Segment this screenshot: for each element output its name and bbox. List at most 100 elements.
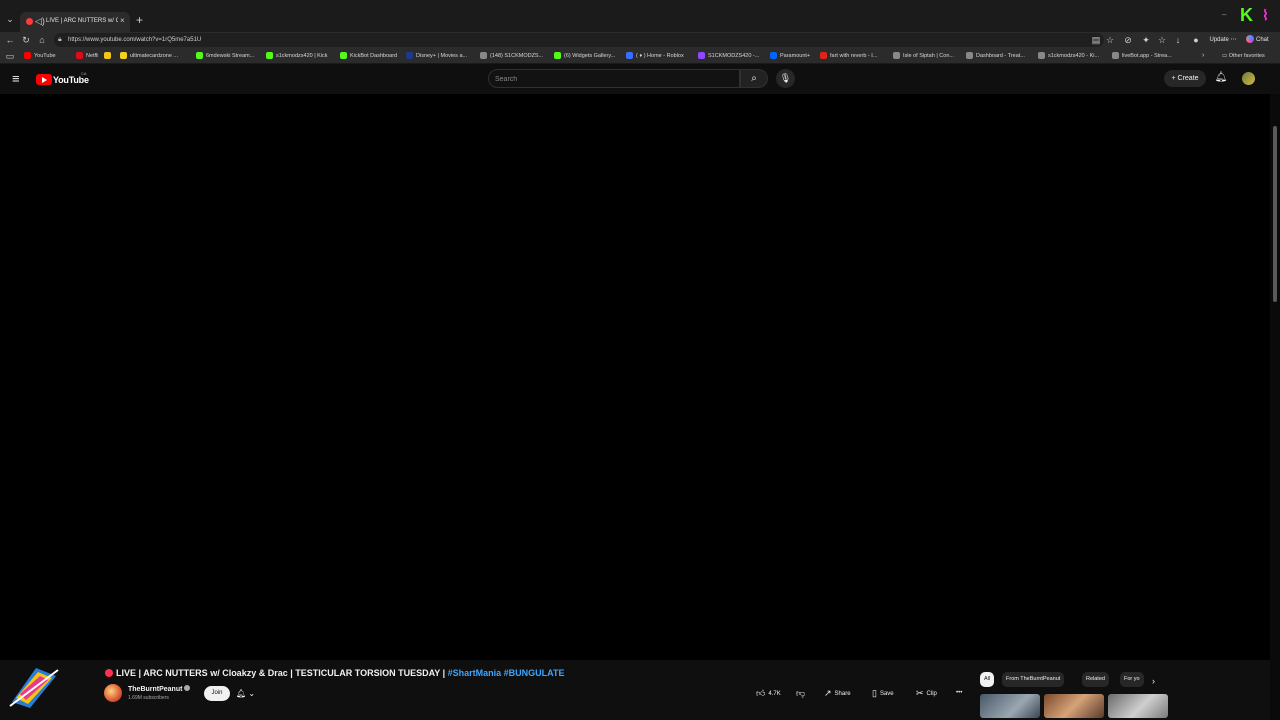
bookmark-label: 6mdewski Stream... bbox=[206, 53, 255, 59]
url-text[interactable]: https://www.youtube.com/watch?v=1rQ5me7a… bbox=[68, 35, 201, 45]
microphone-icon: 🎙︎ bbox=[779, 73, 792, 83]
related-video-thumbnail[interactable] bbox=[1044, 694, 1104, 718]
bookmark-item[interactable]: YouTube bbox=[24, 51, 64, 61]
bookmark-label: Netflix bbox=[86, 53, 98, 59]
bookmark-favicon-icon bbox=[554, 52, 561, 60]
bookmark-item[interactable]: Paramount+ bbox=[770, 51, 814, 61]
like-button[interactable]: 👍︎ 4.7K bbox=[756, 686, 792, 701]
profile-icon[interactable]: ● bbox=[1190, 34, 1202, 46]
subscription-notification-button[interactable]: 🔔︎ ⌄ bbox=[236, 686, 266, 701]
sidebar-toggle-icon[interactable]: ▭ bbox=[4, 50, 16, 62]
speaker-icon[interactable]: ◁) bbox=[35, 15, 45, 27]
minimize-icon[interactable]: – bbox=[1222, 10, 1230, 20]
address-bar[interactable]: 🔒︎ https://www.youtube.com/watch?v=1rQ5m… bbox=[54, 33, 1104, 47]
channel-name[interactable]: TheBurntPeanut bbox=[128, 685, 191, 694]
notifications-bell-icon[interactable]: 🔔︎ bbox=[1214, 71, 1228, 85]
new-tab-button[interactable]: + bbox=[136, 14, 148, 26]
bookmark-item[interactable]: (148) S1CKMODZS... bbox=[480, 51, 548, 61]
extension-icon[interactable]: ⊘ bbox=[1122, 34, 1134, 46]
bookmark-label: S1CKMODZS420 -... bbox=[708, 53, 760, 59]
clip-button[interactable]: ✂ Clip bbox=[916, 686, 946, 701]
hamburger-menu-icon[interactable]: ≡ bbox=[12, 72, 26, 86]
chips-next-chevron-icon[interactable]: › bbox=[1152, 676, 1162, 686]
bookmarks-overflow-chevron-icon[interactable]: › bbox=[1202, 51, 1210, 61]
kick-logo-icon: K bbox=[1240, 5, 1253, 25]
update-button[interactable]: Update ⋯ bbox=[1206, 34, 1240, 46]
bookmark-favicon-icon bbox=[120, 52, 127, 60]
bookmark-item[interactable]: KickBot Dashboard bbox=[340, 51, 400, 61]
channel-avatar[interactable] bbox=[104, 684, 122, 702]
bookmark-item[interactable]: Netflix bbox=[76, 51, 98, 61]
bookmark-label: ultimatecardzone ... bbox=[130, 53, 178, 59]
hashtag-link[interactable]: #BUNGULATE bbox=[504, 668, 565, 678]
reader-view-icon[interactable]: ▤ bbox=[1090, 34, 1102, 46]
favorite-star-icon[interactable]: ☆ bbox=[1104, 34, 1116, 46]
bookmark-favicon-icon bbox=[480, 52, 487, 60]
bookmark-item[interactable]: Dashboard - Treat... bbox=[966, 51, 1032, 61]
chip-from-channel[interactable]: From TheBurntPeanut bbox=[1002, 672, 1065, 687]
lock-icon[interactable]: 🔒︎ bbox=[58, 35, 66, 45]
back-icon[interactable]: ← bbox=[4, 34, 16, 46]
bookmark-item[interactable]: s1ckmodzs420 - Ki... bbox=[1038, 51, 1104, 61]
search-button[interactable]: ⌕ bbox=[740, 69, 768, 88]
chip-for-you[interactable]: For yo bbox=[1120, 672, 1144, 687]
reload-icon[interactable]: ↻ bbox=[20, 34, 32, 46]
voice-search-button[interactable]: 🎙︎ bbox=[776, 69, 795, 88]
copilot-icon bbox=[1246, 35, 1254, 44]
bookmark-item[interactable]: Disney+ | Movies a... bbox=[406, 51, 474, 61]
more-actions-button[interactable]: ••• bbox=[956, 686, 970, 701]
country-code: CA bbox=[81, 71, 87, 76]
save-button[interactable]: ▯ Save bbox=[872, 686, 906, 701]
bookmark-favicon-icon bbox=[196, 52, 203, 60]
stream-overlay-logo bbox=[9, 668, 59, 708]
chip-all[interactable]: All bbox=[980, 672, 995, 687]
tab-list-chevron-icon[interactable]: ⌄ bbox=[4, 13, 16, 25]
share-icon: ↗ bbox=[824, 688, 832, 698]
scrollbar-thumb[interactable] bbox=[1273, 126, 1277, 302]
share-button[interactable]: ↗ Share bbox=[824, 686, 864, 701]
bookmark-item[interactable]: s1ckmodzs420 | Kick bbox=[266, 51, 336, 61]
page-scrollbar[interactable] bbox=[1270, 94, 1280, 720]
related-video-thumbnail[interactable] bbox=[980, 694, 1040, 718]
bookmark-item[interactable]: fart with reverb - I... bbox=[820, 51, 886, 61]
video-player[interactable] bbox=[0, 94, 1270, 660]
create-button[interactable]: + Create bbox=[1164, 70, 1206, 87]
extensions-puzzle-icon[interactable]: ✦ bbox=[1140, 34, 1152, 46]
subscriber-count: 1.69M subscribers bbox=[128, 695, 169, 701]
bookmark-item[interactable]: (6) Widgets Gallery... bbox=[554, 51, 620, 61]
close-tab-icon[interactable]: × bbox=[120, 16, 128, 26]
youtube-header: ≡ YouTube CA ⌕ 🎙︎ + Create 🔔︎ bbox=[0, 64, 1280, 94]
join-button[interactable]: Join bbox=[204, 686, 230, 701]
home-icon[interactable]: ⌂ bbox=[36, 34, 48, 46]
bookmarks-bar: ▭ YouTube Netflix ultimatecardzone ... 6mde… bbox=[0, 48, 1280, 64]
bookmark-favicon-icon bbox=[266, 52, 273, 60]
favorites-icon[interactable]: ☆ bbox=[1156, 34, 1168, 46]
other-favorites-folder[interactable]: ▭ Other favorites bbox=[1222, 51, 1278, 61]
bookmark-item[interactable]: Isle of Siptah | Con... bbox=[893, 51, 959, 61]
bookmark-item[interactable]: S1CKMODZS420 -... bbox=[698, 51, 764, 61]
live-indicator-icon bbox=[105, 669, 113, 677]
search-icon: ⌕ bbox=[751, 73, 757, 84]
bookmark-favicon-icon bbox=[698, 52, 705, 60]
chip-related[interactable]: Related bbox=[1082, 672, 1109, 687]
related-video-thumbnail[interactable] bbox=[1108, 694, 1168, 718]
dislike-button[interactable]: 👎︎ bbox=[796, 686, 812, 701]
chat-button[interactable]: Chat bbox=[1246, 34, 1278, 46]
bookmark-item[interactable] bbox=[104, 51, 114, 61]
bookmark-favicon-icon bbox=[820, 52, 827, 60]
bookmark-favicon-icon bbox=[406, 52, 413, 60]
related-filter-chips: All From TheBurntPeanut Related For yo bbox=[978, 672, 1168, 688]
bookmark-favicon-icon bbox=[24, 52, 31, 60]
bookmark-item[interactable]: 6mdewski Stream... bbox=[196, 51, 258, 61]
account-avatar[interactable] bbox=[1242, 72, 1255, 85]
bookmark-item[interactable]: liveBot.app - Strea... bbox=[1112, 51, 1182, 61]
chevron-down-icon: ⌄ bbox=[248, 689, 256, 698]
scissors-icon: ✂ bbox=[916, 688, 924, 698]
hashtag-link[interactable]: #ShartMania bbox=[448, 668, 502, 678]
bookmark-label: KickBot Dashboard bbox=[350, 53, 398, 59]
browser-tab-active[interactable]: ◁) LIVE | ARC NUTTERS w/ Cl × bbox=[20, 12, 130, 32]
search-input[interactable] bbox=[495, 73, 725, 85]
bookmark-item[interactable]: ( ♦ ) Home - Roblox bbox=[626, 51, 692, 61]
bookmark-item[interactable]: ultimatecardzone ... bbox=[120, 51, 190, 61]
download-icon[interactable]: ↓ bbox=[1172, 34, 1184, 46]
